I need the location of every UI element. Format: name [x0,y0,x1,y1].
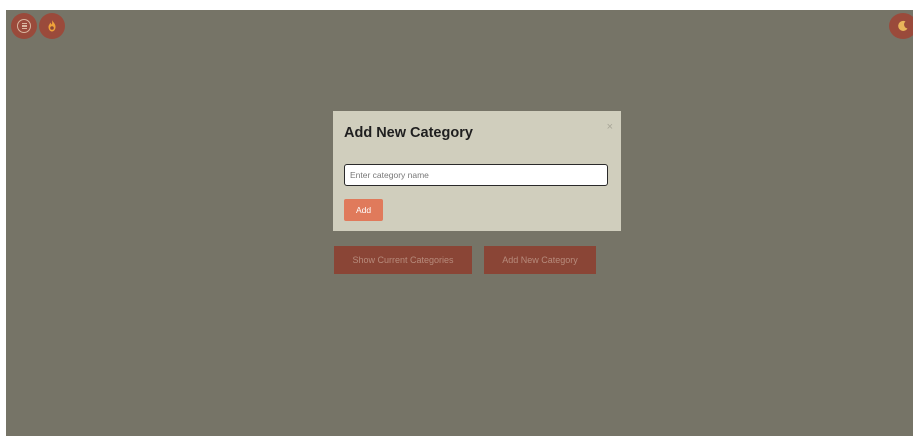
add-category-button[interactable]: Add New Category [484,246,596,274]
app-frame: Show Current Categories Add New Category… [6,10,913,436]
close-icon[interactable]: × [607,121,613,133]
modal-title: Add New Category [344,125,473,141]
show-categories-button[interactable]: Show Current Categories [334,246,472,274]
add-category-modal: Add New Category × Add [333,111,621,231]
menu-icon [17,19,31,33]
logo-button[interactable] [39,13,65,39]
theme-toggle-button[interactable] [889,13,913,39]
fire-logo-icon [48,20,56,32]
moon-icon [898,20,908,31]
menu-button[interactable] [11,13,37,39]
category-name-input[interactable] [344,164,608,186]
add-button[interactable]: Add [344,199,383,221]
